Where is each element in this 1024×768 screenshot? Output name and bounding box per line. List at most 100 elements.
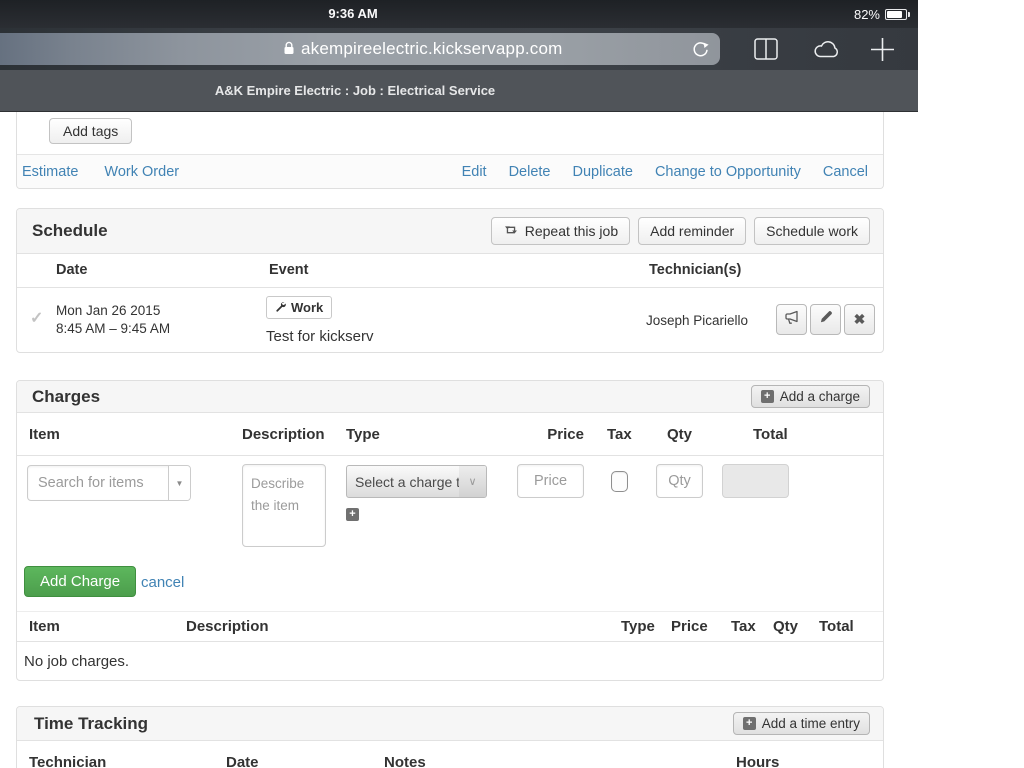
schedule-title: Schedule [32, 221, 108, 240]
plus-square-icon-2: + [742, 717, 756, 730]
work-badge: Work [266, 296, 333, 319]
item-combobox: ▼ [27, 465, 191, 501]
col-price: Price [547, 426, 584, 443]
new-tab-icon[interactable] [869, 28, 896, 70]
event-description: Test for kickserv [266, 328, 374, 345]
x-icon: ✖ [853, 311, 866, 327]
cancel-charge-link[interactable]: cancel [141, 574, 184, 591]
work-order-link[interactable]: Work Order [104, 164, 179, 180]
col-price-2: Price [671, 618, 708, 635]
duplicate-link[interactable]: Duplicate [573, 164, 633, 180]
col-description-2: Description [186, 618, 269, 635]
time-tracking-card: Time Tracking + Add a time entry Technic… [16, 706, 884, 768]
battery-icon-nub [908, 11, 910, 17]
combobox-arrow-icon[interactable]: ▼ [168, 466, 190, 500]
charges-empty-row: No job charges. [17, 641, 883, 681]
repeat-this-job-button[interactable]: Repeat this job [490, 217, 631, 245]
tax-checkbox[interactable] [611, 471, 628, 492]
delete-link[interactable]: Delete [509, 164, 551, 180]
time-tracking-column-headers: Technician Date Notes Hours [17, 741, 883, 768]
price-input[interactable] [517, 464, 584, 498]
notify-button[interactable] [776, 304, 807, 335]
browser-chrome: 9:36 AM 82% akempireelectric.kickservapp… [0, 0, 918, 112]
url-text: akempireelectric.kickservapp.com [301, 39, 563, 58]
battery-icon [885, 8, 907, 20]
bookmarks-icon[interactable] [753, 28, 779, 70]
qty-input[interactable] [656, 464, 703, 498]
technician-name: Joseph Picariello [646, 313, 749, 328]
col-tax: Tax [607, 426, 632, 443]
col-event: Event [269, 262, 309, 278]
col-item: Item [29, 426, 60, 443]
total-field [722, 464, 789, 498]
plus-square-icon: + [760, 390, 774, 403]
charges-header: Charges + Add a charge [17, 381, 883, 413]
wrench-icon [275, 300, 286, 315]
charges-title: Charges [32, 386, 101, 406]
change-to-opportunity-link[interactable]: Change to Opportunity [655, 164, 801, 180]
col-technician: Technician [29, 754, 107, 768]
charge-form-column-headers: Item Description Type Price Tax Qty Tota… [17, 413, 883, 456]
col-description: Description [242, 426, 325, 443]
select-chevron-icon: ∨ [459, 466, 486, 497]
lock-icon [283, 41, 295, 61]
schedule-header: Schedule Repeat this job Add reminder Sc… [17, 209, 883, 254]
col-total: Total [753, 426, 788, 443]
description-textarea[interactable] [242, 464, 326, 547]
col-qty: Qty [667, 426, 693, 443]
col-date: Date [56, 262, 88, 278]
battery-indicator: 82% [854, 0, 910, 28]
page-title: A&K Empire Electric : Job : Electrical S… [214, 83, 496, 98]
screen: 9:36 AM 82% akempireelectric.kickservapp… [0, 0, 1024, 768]
no-charges-text: No job charges. [24, 653, 130, 670]
col-tax-2: Tax [731, 618, 756, 635]
pencil-icon [819, 310, 833, 329]
job-summary-card: Add tags Estimate Work Order Edit Delete… [16, 112, 884, 189]
add-charge-submit-button[interactable]: Add Charge [24, 566, 137, 597]
col-technicians: Technician(s) [649, 262, 742, 278]
clock: 9:36 AM [328, 6, 378, 21]
schedule-work-button[interactable]: Schedule work [754, 217, 870, 245]
add-a-time-entry-button[interactable]: + Add a time entry [732, 712, 870, 735]
reload-icon[interactable] [691, 40, 710, 59]
repeat-icon [503, 223, 519, 239]
new-charge-form: ▼ Select a charge ty ∨ + Add Charge canc… [17, 456, 883, 611]
col-notes: Notes [384, 754, 426, 768]
col-type: Type [346, 426, 380, 443]
schedule-row: ✓ Mon Jan 26 2015 8:45 AM – 9:45 AM Work… [17, 288, 883, 352]
col-tt-date: Date [226, 754, 259, 768]
charge-list-column-headers: Item Description Type Price Tax Qty Tota… [17, 611, 883, 641]
schedule-column-headers: Date Event Technician(s) [17, 254, 883, 288]
cancel-job-link[interactable]: Cancel [823, 164, 868, 180]
col-qty-2: Qty [773, 618, 799, 635]
status-bar: 9:36 AM 82% [0, 0, 918, 28]
add-a-charge-button[interactable]: + Add a charge [750, 385, 870, 408]
address-bar[interactable]: akempireelectric.kickservapp.com [0, 33, 720, 65]
add-reminder-button[interactable]: Add reminder [638, 217, 747, 245]
complete-checkmark-icon[interactable]: ✓ [30, 308, 43, 328]
page-title-bar: A&K Empire Electric : Job : Electrical S… [0, 70, 918, 112]
col-hours: Hours [736, 754, 780, 768]
charge-type-selected-value: Select a charge ty [355, 473, 459, 490]
delete-event-button[interactable]: ✖ [844, 304, 875, 335]
edit-link[interactable]: Edit [462, 164, 487, 180]
time-tracking-header: Time Tracking + Add a time entry [17, 707, 883, 741]
charges-card: Charges + Add a charge Item Description … [16, 380, 884, 681]
add-tags-button[interactable]: Add tags [49, 118, 133, 144]
add-charge-type-button[interactable]: + [346, 508, 359, 521]
col-type-2: Type [621, 618, 655, 635]
charge-type-select[interactable]: Select a charge ty ∨ [346, 465, 487, 498]
battery-percent-label: 82% [853, 6, 880, 22]
edit-event-button[interactable] [810, 304, 841, 335]
schedule-card: Schedule Repeat this job Add reminder Sc… [16, 208, 884, 353]
estimate-link[interactable]: Estimate [22, 164, 78, 180]
megaphone-icon [784, 310, 800, 330]
event-date: Mon Jan 26 2015 [56, 303, 161, 318]
col-total-2: Total [819, 618, 854, 635]
document-actions-bar: Estimate Work Order Edit Delete Duplicat… [17, 154, 883, 188]
event-time-range: 8:45 AM – 9:45 AM [56, 321, 171, 336]
col-item-2: Item [29, 618, 60, 635]
icloud-tabs-icon[interactable] [810, 28, 843, 70]
item-search-input[interactable] [27, 465, 191, 501]
safari-toolbar: akempireelectric.kickservapp.com [0, 28, 918, 70]
